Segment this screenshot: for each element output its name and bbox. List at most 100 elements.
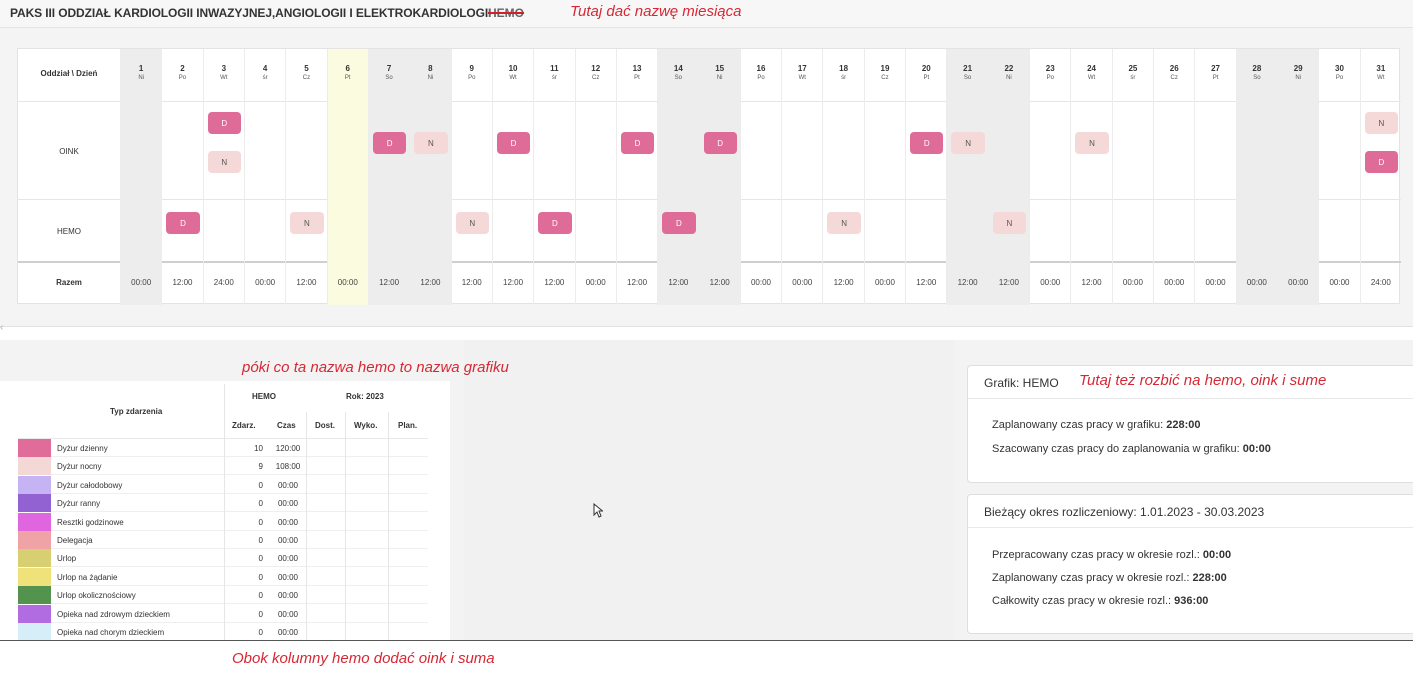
day-column: 19 Cz 00:00	[863, 49, 905, 305]
legend-item-time: 00:00	[277, 628, 299, 637]
day-number: 12	[591, 64, 601, 73]
legend-group-hemo: HEMO	[252, 392, 276, 401]
day-column: 15 Ni D 12:00	[698, 49, 740, 305]
day-header: 28 So	[1237, 64, 1277, 81]
day-total: 00:00	[1246, 278, 1267, 287]
day-header: 9 Po	[452, 64, 492, 81]
day-column: 11 śr D 12:00	[533, 49, 574, 305]
day-number: 22	[1004, 64, 1014, 73]
legend-item-count: 0	[258, 591, 263, 601]
legend-row: Delegacja 0 00:00	[18, 531, 428, 549]
day-name: So	[674, 75, 683, 81]
day-header: 24 Wt	[1071, 64, 1111, 81]
day-number: 15	[715, 64, 725, 73]
day-total: 00:00	[1122, 278, 1143, 287]
day-name: Pt	[634, 75, 640, 81]
card-period-title: Bieżący okres rozliczeniowy: 1.01.2023 -…	[984, 505, 1265, 519]
day-number: 13	[632, 64, 642, 73]
day-total: 12:00	[544, 278, 565, 287]
day-header: 31 Wt	[1361, 64, 1401, 81]
legend-item-name: Dyżur nocny	[57, 462, 102, 472]
legend-row: Urlop 0 00:00	[18, 549, 428, 568]
day-number: 6	[345, 64, 350, 73]
day-column: 22 Ni N 12:00	[987, 49, 1030, 305]
day-number: 11	[550, 64, 559, 73]
day-column: 7 So D 12:00	[367, 49, 410, 305]
day-name: śr	[841, 75, 847, 81]
day-name: Ni	[1295, 75, 1302, 81]
legend-col-dost: Dost.	[315, 421, 335, 430]
day-column: 24 Wt N 12:00	[1070, 49, 1111, 305]
planned-in-period: Zaplanowany czas pracy w okresie rozl.: …	[992, 572, 1227, 584]
legend-item-time: 120:00	[275, 444, 301, 453]
day-header: 27 Pt	[1195, 64, 1235, 81]
day-shift-badge[interactable]: D	[662, 212, 696, 234]
day-header: 23 Po	[1030, 64, 1070, 81]
day-number: 7	[386, 64, 392, 73]
legend-item-name: Opieka nad chorym dzieckiem	[57, 628, 165, 637]
day-name: śr	[262, 75, 268, 81]
day-number: 9	[469, 64, 474, 73]
day-shift-badge[interactable]: D	[207, 112, 241, 134]
night-shift-badge[interactable]: N	[290, 212, 324, 234]
day-name: Wt	[798, 75, 806, 81]
night-shift-badge[interactable]: N	[827, 212, 861, 234]
day-header: 14 So	[658, 64, 698, 81]
day-number: 4	[262, 64, 268, 73]
legend-type-header: Typ zdarzenia	[110, 407, 163, 416]
day-name: Pt	[1212, 75, 1219, 81]
day-name: Wt	[1087, 75, 1096, 81]
legend-row: Dyżur dzienny 10 120:00	[18, 439, 428, 457]
day-name: Pt	[344, 75, 351, 81]
legend-item-count: 9	[258, 462, 263, 472]
day-column: 29 Ni 00:00	[1277, 49, 1319, 305]
legend-row: Opieka nad zdrowym dzieckiem 0 00:00	[18, 604, 428, 623]
corner-label: Oddział \ Dzień	[40, 69, 98, 78]
night-shift-badge[interactable]: N	[992, 212, 1027, 234]
day-shift-badge[interactable]: D	[1364, 151, 1398, 173]
color-swatch	[18, 567, 51, 586]
color-swatch	[18, 475, 51, 494]
night-shift-badge[interactable]: N	[414, 132, 448, 154]
day-header: 22 Ni	[989, 64, 1029, 81]
section-divider	[0, 326, 1413, 340]
day-shift-badge[interactable]: D	[166, 212, 200, 234]
day-name: Cz	[881, 75, 889, 81]
day-total: 00:00	[1329, 278, 1350, 287]
day-shift-badge[interactable]: D	[372, 132, 407, 154]
legend-item-name: Dyżur dzienny	[57, 444, 108, 453]
day-column: 14 So D 12:00	[657, 49, 699, 305]
legend-item-time: 00:00	[277, 572, 299, 582]
legend-item-time: 00:00	[277, 517, 299, 527]
day-shift-badge[interactable]: D	[496, 132, 531, 154]
day-name: Po	[468, 75, 476, 81]
day-shift-badge[interactable]: D	[620, 132, 655, 154]
day-column: 16 Po 00:00	[739, 49, 781, 305]
estimated-to-plan: Szacowany czas pracy do zaplanowania w g…	[992, 443, 1271, 455]
legend-item-name: Opieka nad zdrowym dzieckiem	[57, 609, 170, 619]
day-total: 12:00	[420, 278, 441, 287]
day-column: 27 Pt 00:00	[1194, 49, 1235, 305]
night-shift-badge[interactable]: N	[1075, 132, 1109, 154]
day-shift-badge[interactable]: D	[538, 212, 572, 234]
legend-item-name: Urlop	[57, 554, 77, 564]
collapse-handle[interactable]: ‹	[0, 322, 3, 333]
legend-item-count: 10	[254, 444, 263, 453]
day-number: 28	[1252, 64, 1262, 73]
night-shift-badge[interactable]: N	[1364, 112, 1398, 134]
legend-item-name: Delegacja	[57, 536, 93, 545]
night-shift-badge[interactable]: N	[207, 151, 241, 173]
day-total: 12:00	[668, 278, 689, 287]
day-column: 20 Pt D 12:00	[905, 49, 946, 305]
day-header: 10 Wt	[493, 64, 533, 81]
day-header: 1 Ni	[121, 64, 161, 81]
day-column: 1 Ni 00:00	[120, 49, 162, 305]
night-shift-badge[interactable]: N	[455, 212, 489, 234]
day-name: śr	[1130, 75, 1136, 81]
day-shift-badge[interactable]: D	[910, 132, 944, 154]
day-shift-badge[interactable]: D	[703, 132, 737, 154]
day-total: 00:00	[337, 278, 358, 287]
day-total: 12:00	[627, 278, 648, 287]
night-shift-badge[interactable]: N	[951, 132, 985, 154]
legend-item-time: 00:00	[277, 591, 299, 601]
